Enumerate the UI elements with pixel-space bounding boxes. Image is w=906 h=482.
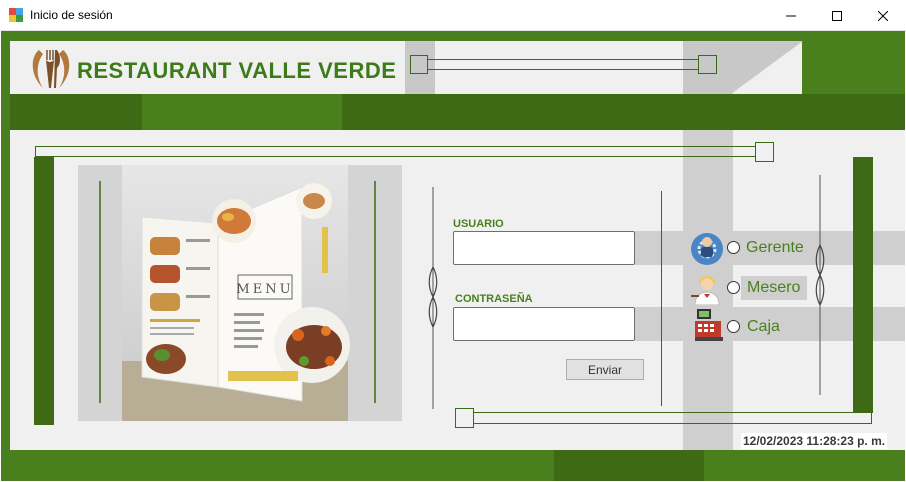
app-icon xyxy=(9,8,23,22)
decor-line xyxy=(474,423,872,424)
decor-square xyxy=(698,55,717,74)
waiter-icon xyxy=(691,276,720,305)
ornament-divider xyxy=(428,187,438,409)
decor-line xyxy=(35,146,755,147)
menu-illustration: MENU xyxy=(78,165,402,421)
footer-band-accent xyxy=(554,450,704,481)
side-bar-left xyxy=(34,157,54,425)
side-bar-right xyxy=(853,157,873,413)
datetime-label: 12/02/2023 11:28:23 p. m. xyxy=(741,433,888,449)
decor-square xyxy=(455,408,474,428)
footer-band xyxy=(10,450,905,481)
maximize-button[interactable] xyxy=(814,0,860,31)
password-label: CONTRASEÑA xyxy=(455,293,533,305)
decor-line xyxy=(35,156,755,157)
role-label-gerente[interactable]: Gerente xyxy=(746,239,804,257)
ornament-divider xyxy=(815,175,825,395)
user-input[interactable] xyxy=(453,231,635,265)
decor-line xyxy=(661,191,662,406)
decor-line xyxy=(35,146,36,157)
decor-line xyxy=(428,69,698,70)
role-radio-gerente[interactable] xyxy=(727,241,740,254)
decor-line xyxy=(474,412,872,413)
brand-title: RESTAURANT VALLE VERDE xyxy=(77,58,397,83)
user-label: USUARIO xyxy=(453,218,504,230)
role-label-mesero[interactable]: Mesero xyxy=(747,279,800,297)
menu-card-label: MENU xyxy=(236,282,293,297)
close-icon xyxy=(878,10,888,21)
restaurant-logo xyxy=(32,50,70,88)
minimize-button[interactable] xyxy=(768,0,814,31)
submit-button[interactable]: Enviar xyxy=(566,359,644,380)
form-client-area: RESTAURANT VALLE VERDE MENU USUARIO CONT… xyxy=(1,31,905,481)
header-band-accent xyxy=(142,94,342,130)
maximize-icon xyxy=(832,10,842,21)
decor-square xyxy=(755,142,774,162)
cash-register-icon xyxy=(695,309,723,341)
password-input[interactable] xyxy=(453,307,635,341)
menu-photo: MENU xyxy=(78,165,402,421)
role-label-caja[interactable]: Caja xyxy=(747,318,780,336)
role-radio-mesero[interactable] xyxy=(727,281,740,294)
close-button[interactable] xyxy=(860,0,906,31)
manager-icon xyxy=(691,233,723,265)
decor-square xyxy=(410,55,428,74)
minimize-icon xyxy=(786,15,796,16)
role-radio-caja[interactable] xyxy=(727,320,740,333)
window-title: Inicio de sesión xyxy=(30,8,113,22)
decor-line xyxy=(428,59,698,60)
decor-line xyxy=(871,412,872,424)
